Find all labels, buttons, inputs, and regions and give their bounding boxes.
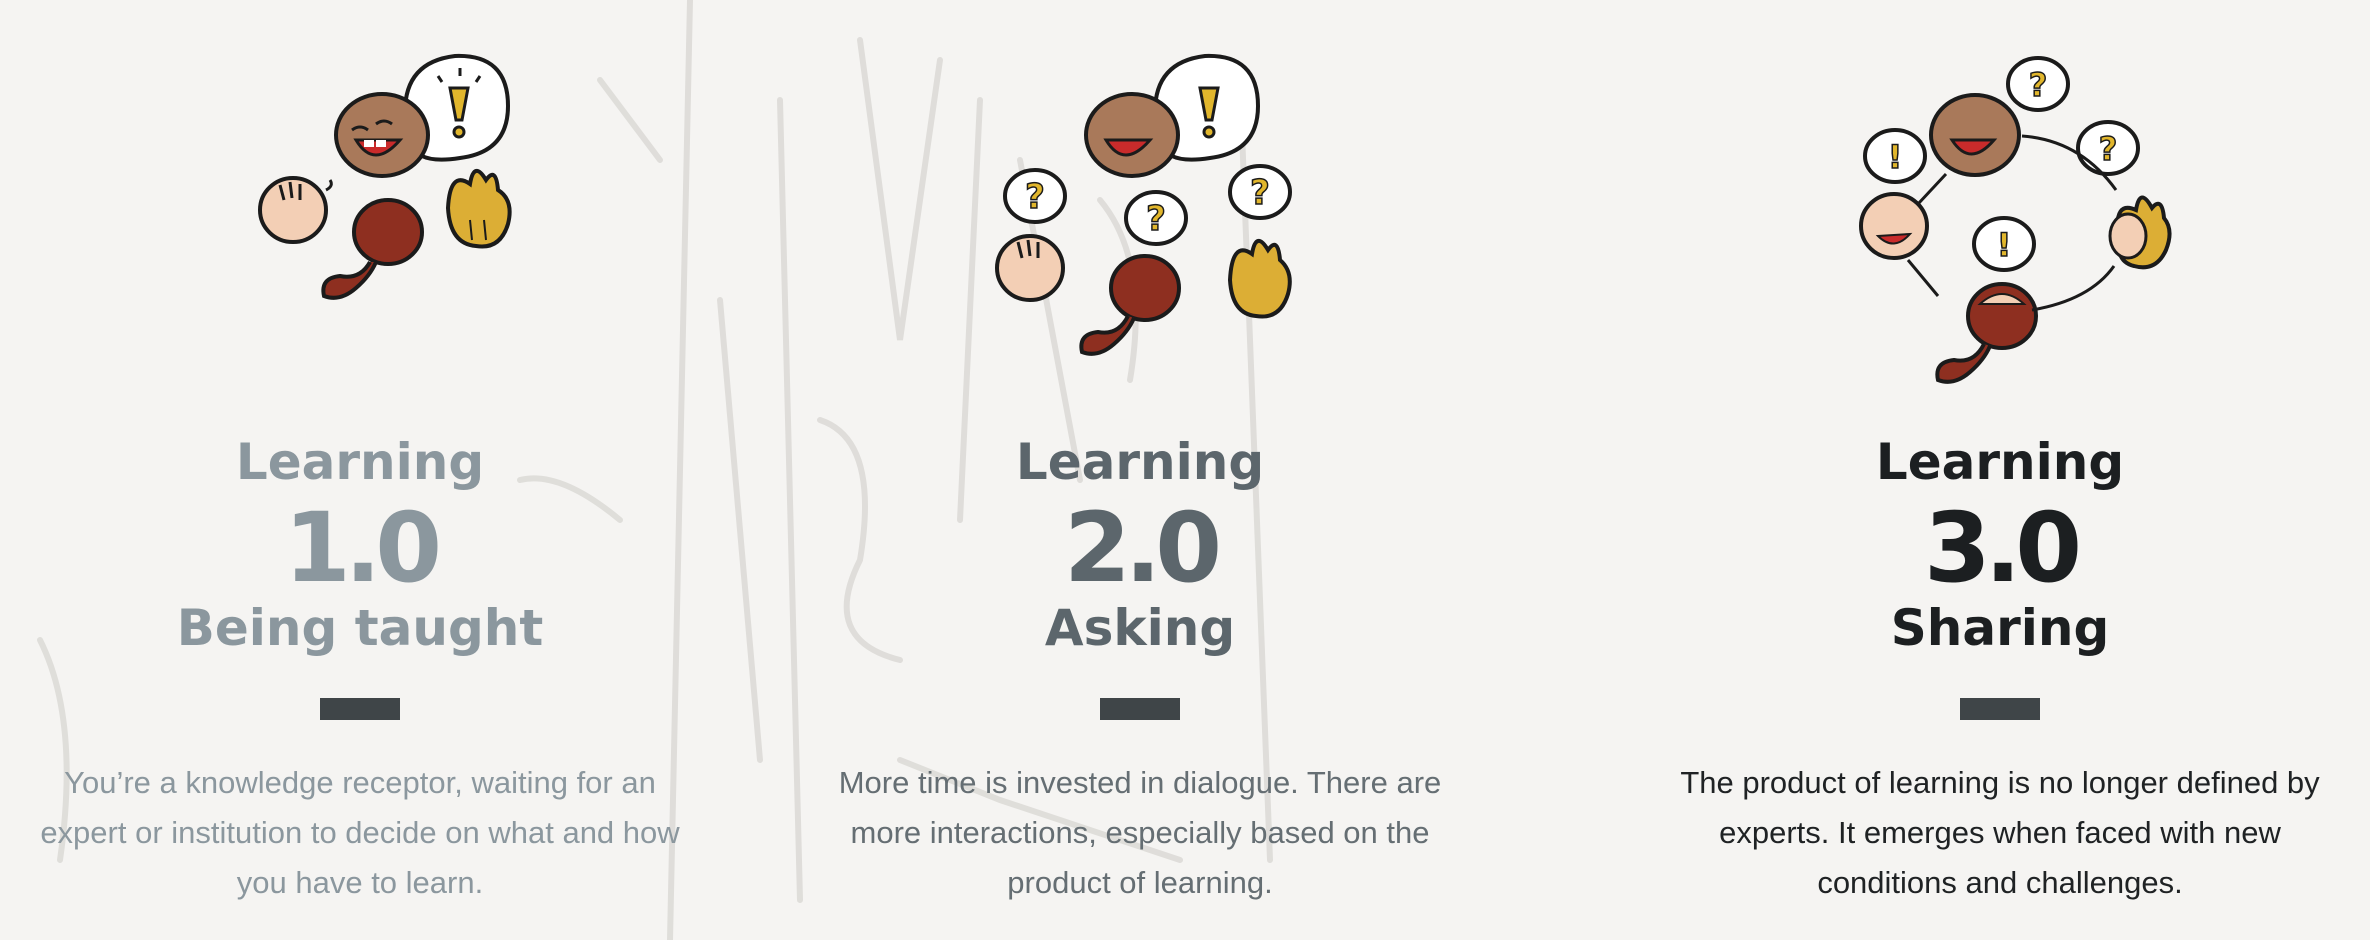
student-head-icon — [2108, 195, 2172, 270]
learning-1-version: 1.0 — [283, 492, 442, 604]
learning-1-title: Learning — [235, 433, 485, 491]
learning-3-illustration: ? ! ? ! — [1640, 40, 2360, 400]
learning-3-description: The product of learning is no longer def… — [1680, 765, 2320, 900]
learning-3-divider — [1960, 698, 2040, 720]
speech-bubble-icon: ? — [1124, 190, 1188, 246]
teacher-head-icon — [1084, 92, 1180, 178]
learning-2-column: ? ? ? Learning 2.0 Asking More time is i… — [780, 0, 1580, 940]
learning-3-column: ? ! ? ! Learning 3.0 Sharing The product… — [1640, 0, 2360, 940]
svg-text:?: ? — [1146, 199, 1166, 239]
learning-3-version: 3.0 — [1923, 492, 2082, 604]
student-head-icon — [1227, 239, 1292, 319]
speech-bubble-icon: ? — [1228, 164, 1292, 220]
learning-3-subtitle: Sharing — [1890, 599, 2110, 657]
svg-text:?: ? — [2029, 66, 2048, 104]
learning-1-column: Learning 1.0 Being taught You’re a knowl… — [0, 0, 720, 940]
svg-text:!: ! — [1888, 138, 1903, 176]
learning-2-divider — [1100, 698, 1180, 720]
learning-1-divider — [320, 698, 400, 720]
learning-2-description: More time is invested in dialogue. There… — [838, 765, 1442, 900]
speech-bubble-icon: ? — [1003, 168, 1067, 224]
student-head-icon — [1935, 282, 2038, 384]
svg-text:!: ! — [1997, 226, 2012, 264]
learning-2-illustration: ? ? ? — [780, 40, 1500, 400]
learning-2-version: 2.0 — [1063, 492, 1222, 604]
speech-bubble-icon: ! — [1972, 216, 2036, 272]
student-head-icon — [321, 198, 424, 300]
speech-bubble-icon: ! — [1863, 128, 1927, 184]
learning-2-subtitle: Asking — [1044, 599, 1236, 657]
teacher-head-icon — [1929, 93, 2021, 177]
learning-3-drawing: ? ! ? ! — [1859, 56, 2172, 384]
student-head-icon — [995, 234, 1065, 302]
student-head-icon — [445, 169, 512, 249]
learning-3-title: Learning — [1875, 433, 2125, 491]
learning-2-drawing: ? ? ? — [995, 53, 1292, 356]
teacher-head-icon — [334, 92, 430, 178]
learning-2-title: Learning — [1015, 433, 1265, 491]
svg-text:?: ? — [1250, 173, 1270, 213]
learning-1-subtitle: Being taught — [176, 599, 544, 657]
svg-text:?: ? — [2099, 130, 2118, 168]
learning-columns: Learning 1.0 Being taught You’re a knowl… — [0, 0, 2370, 940]
student-head-icon — [258, 176, 333, 244]
student-head-icon — [1859, 192, 1929, 260]
student-head-icon — [1079, 254, 1181, 356]
learning-1-description: You’re a knowledge receptor, waiting for… — [40, 765, 680, 900]
learning-1-drawing — [258, 53, 512, 300]
speech-bubble-icon: ? — [2076, 120, 2140, 176]
svg-text:?: ? — [1025, 177, 1045, 217]
learning-1-illustration — [0, 40, 780, 400]
speech-bubble-icon: ? — [2006, 56, 2070, 112]
